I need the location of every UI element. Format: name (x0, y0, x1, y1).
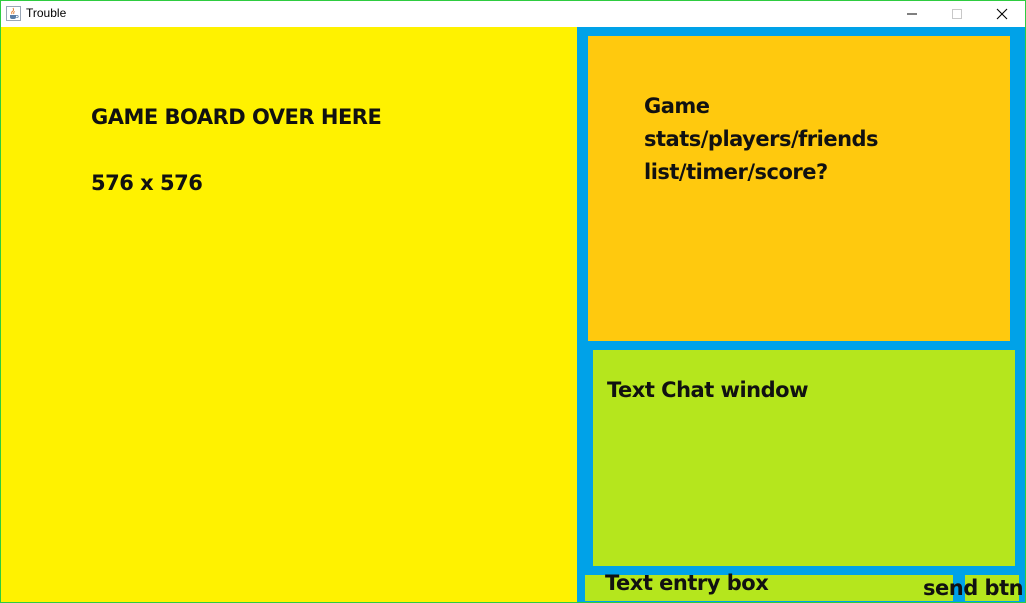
maximize-button[interactable] (934, 1, 980, 27)
chat-window-panel[interactable]: Text Chat window (593, 350, 1015, 566)
content-area: GAME BOARD OVER HERE 576 x 576 Game stat… (1, 27, 1025, 602)
minimize-button[interactable] (889, 1, 935, 27)
app-window: Trouble GAME BOARD OVER HERE 576 x 576 G… (0, 0, 1026, 603)
game-board-label: GAME BOARD OVER HERE (91, 105, 382, 129)
text-entry-label: Text entry box (605, 571, 769, 595)
game-board-size-label: 576 x 576 (91, 171, 203, 195)
send-button[interactable]: send btn (923, 575, 1024, 601)
game-board-panel[interactable]: GAME BOARD OVER HERE 576 x 576 (1, 27, 577, 602)
side-panel: Game stats/players/friends list/timer/sc… (577, 27, 1025, 602)
title-bar[interactable]: Trouble (1, 1, 1025, 27)
send-button-label: send btn (923, 576, 1024, 600)
maximize-icon (952, 9, 962, 19)
minimize-icon (907, 13, 917, 15)
stats-panel: Game stats/players/friends list/timer/sc… (588, 36, 1010, 341)
chat-window-label: Text Chat window (607, 378, 808, 402)
stats-label: Game stats/players/friends list/timer/sc… (644, 90, 944, 189)
stats-label-line: stats/players/friends (644, 127, 879, 151)
close-icon (996, 8, 1008, 20)
stats-label-line: list/timer/score? (644, 160, 828, 184)
java-coffee-icon[interactable] (6, 6, 21, 21)
window-title: Trouble (26, 6, 67, 20)
close-button[interactable] (979, 1, 1025, 27)
text-entry-box[interactable]: Text entry box (585, 571, 953, 601)
stats-label-line: Game (644, 94, 710, 118)
